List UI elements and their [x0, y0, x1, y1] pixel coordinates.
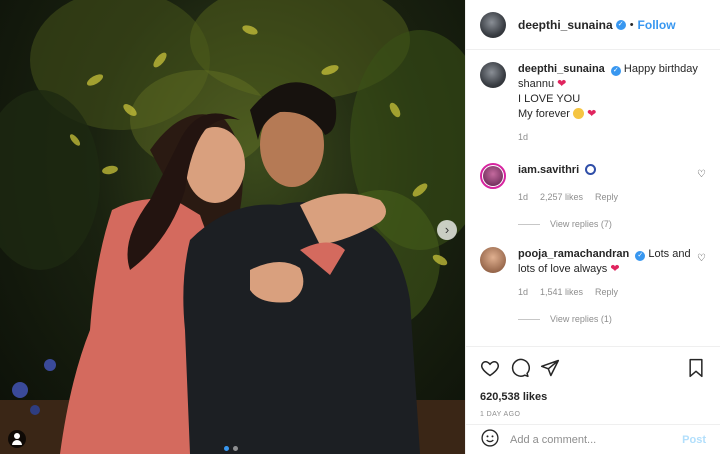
comment-likes[interactable]: 1,541 likes: [540, 285, 583, 300]
heart-icon[interactable]: ♡: [697, 253, 706, 264]
comment-item: pooja_ramachandran ✓ Lots and lots of lo…: [480, 247, 706, 300]
heart-emoji-icon: ❤: [557, 78, 567, 90]
separator-dot: •: [629, 18, 634, 31]
caption-line-2: shannu: [518, 78, 555, 90]
view-replies-button[interactable]: View replies (7): [518, 219, 706, 229]
heart-emoji-icon: ❤: [587, 108, 597, 120]
caption: deepthi_sunaina ✓ Happy birthday shannu …: [480, 62, 706, 145]
caption-line-3: I LOVE YOU: [518, 93, 581, 105]
caption-line-1: Happy birthday: [623, 63, 698, 75]
post-side-panel: deepthi_sunaina ✓ • Follow deepthi_sunai…: [465, 0, 720, 454]
reply-button[interactable]: Reply: [595, 285, 618, 300]
caption-username[interactable]: deepthi_sunaina: [518, 63, 605, 75]
circle-emoji-icon: [585, 164, 597, 175]
verified-icon: ✓: [635, 251, 646, 261]
heart-emoji-icon: ❤: [610, 263, 620, 275]
likes-count[interactable]: 620,538 likes: [480, 391, 706, 403]
add-comment-bar: Post: [466, 424, 720, 454]
comment-likes[interactable]: 2,257 likes: [540, 190, 583, 205]
comment-time: 1d: [518, 192, 529, 202]
carousel-dot-active: [224, 446, 229, 451]
verified-icon: ✓: [615, 19, 626, 30]
caption-time: 1d: [518, 132, 529, 142]
comments-list[interactable]: deepthi_sunaina ✓ Happy birthday shannu …: [466, 62, 720, 344]
emoji-icon[interactable]: [480, 428, 500, 451]
comment-time: 1d: [518, 287, 529, 297]
commenter-username[interactable]: iam.savithri: [518, 164, 579, 176]
view-replies-button[interactable]: View replies (1): [518, 314, 706, 324]
share-icon[interactable]: [540, 358, 560, 378]
post-button[interactable]: Post: [682, 434, 706, 446]
carousel-dot: [233, 446, 238, 451]
caption-avatar[interactable]: [480, 62, 506, 88]
bookmark-icon[interactable]: [686, 358, 706, 378]
post-photo[interactable]: ›: [0, 0, 465, 454]
photo-illustration: [0, 0, 465, 454]
commenter-username[interactable]: pooja_ramachandran: [518, 248, 629, 260]
user-tag-icon[interactable]: [8, 430, 26, 448]
post-time: 1 DAY AGO: [480, 411, 521, 418]
smile-emoji-icon: [573, 108, 585, 119]
commenter-avatar[interactable]: [480, 247, 506, 273]
next-arrow-icon[interactable]: ›: [437, 220, 457, 240]
caption-line-4: My forever: [518, 108, 570, 120]
comment-item: iam.savithri 1d 2,257 likes Reply ♡: [480, 163, 706, 205]
author-username[interactable]: deepthi_sunaina: [518, 18, 613, 32]
heart-icon[interactable]: [480, 358, 500, 378]
reply-button[interactable]: Reply: [595, 190, 618, 205]
comment-icon[interactable]: [510, 358, 530, 378]
author-avatar[interactable]: [480, 11, 506, 38]
verified-icon: ✓: [610, 66, 621, 76]
comment-input[interactable]: [510, 433, 683, 446]
post-actions: 620,538 likes 1 DAY AGO: [466, 346, 720, 418]
commenter-avatar[interactable]: [480, 163, 506, 189]
heart-icon[interactable]: ♡: [697, 169, 706, 180]
carousel-dots: [224, 446, 238, 451]
post-header: deepthi_sunaina ✓ • Follow: [466, 0, 720, 50]
follow-button[interactable]: Follow: [638, 18, 676, 32]
